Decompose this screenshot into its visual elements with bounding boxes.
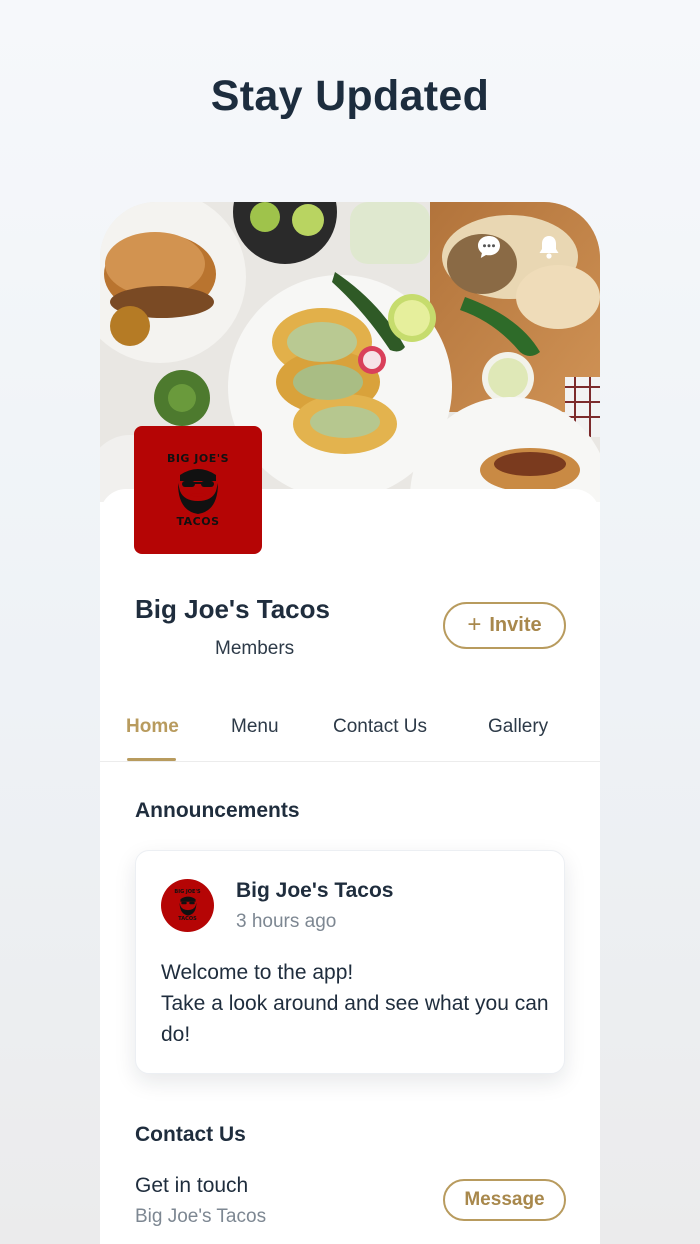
business-name: Big Joe's Tacos [135,594,330,624]
chat-bubble-icon[interactable] [476,234,502,260]
invite-button[interactable]: + Invite [443,602,566,649]
active-tab-indicator [127,758,176,761]
bearded-man-icon [178,469,218,514]
tab-menu[interactable]: Menu [231,716,279,738]
logo-top-text: BIG JOE'S [166,452,230,465]
phone-frame: BIG JOE'S TACOS Big Joe's Tacos Members … [100,202,600,1244]
contact-business-name: Big Joe's Tacos [135,1206,267,1227]
contact-subtitle: Get in touch [135,1174,249,1197]
tab-bar: Home Menu Contact Us Gallery [100,702,600,762]
message-button[interactable]: Message [443,1179,566,1221]
avatar-logo-bottom-text: TACOS [178,916,197,922]
page-headline: Stay Updated [210,72,490,120]
post-author: Big Joe's Tacos [236,879,394,902]
post-body: Welcome to the app! Take a look around a… [161,957,551,1050]
tab-contact-us[interactable]: Contact Us [333,716,427,738]
announcement-card[interactable]: BIG JOE'S TACOS Big Joe's Tacos 3 hours … [135,850,565,1074]
avatar: BIG JOE'S TACOS [161,879,214,932]
plus-icon: + [467,610,482,638]
members-link[interactable]: Members [215,638,294,660]
bell-icon[interactable] [536,234,562,260]
bearded-man-icon [179,896,196,916]
invite-label: Invite [489,614,542,636]
logo-bottom-text: TACOS [176,515,220,528]
business-logo: BIG JOE'S TACOS [134,426,262,554]
post-line-1: Welcome to the app! [161,961,354,984]
post-timestamp: 3 hours ago [236,911,337,932]
tab-gallery[interactable]: Gallery [488,716,548,738]
contact-title: Contact Us [135,1123,246,1146]
announcements-title: Announcements [135,799,300,822]
tab-home[interactable]: Home [126,716,179,738]
post-line-2: Take a look around and see what you can … [161,992,549,1046]
